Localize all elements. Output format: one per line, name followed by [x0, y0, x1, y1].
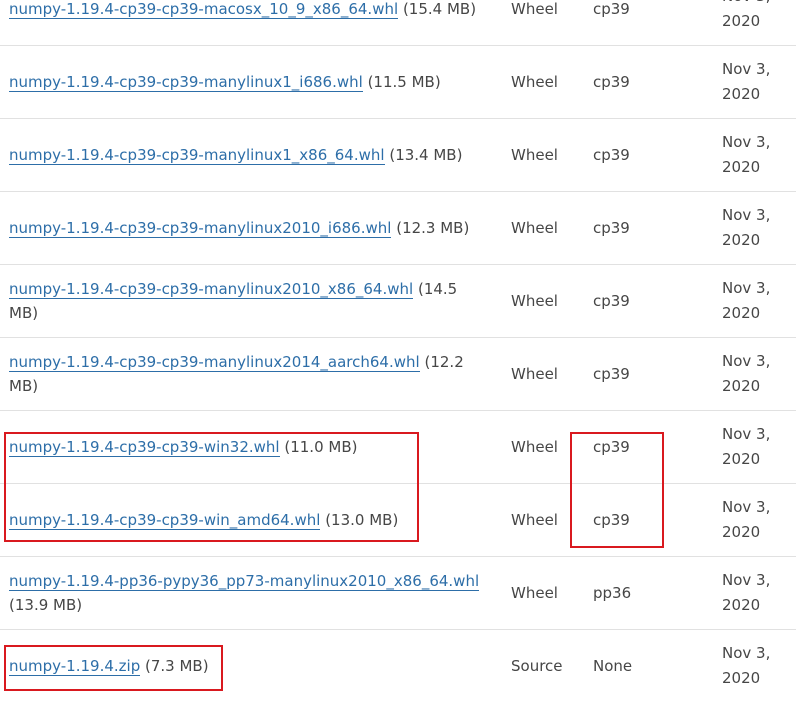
- upload-date-year: 2020: [722, 12, 761, 30]
- file-cell: numpy-1.19.4.zip (7.3 MB): [9, 630, 489, 702]
- python-version: cp39: [593, 0, 630, 18]
- file-size: (11.0 MB): [284, 438, 358, 456]
- file-download-link[interactable]: numpy-1.19.4-cp39-cp39-win32.whl: [9, 438, 280, 457]
- file-type: Wheel: [511, 438, 558, 456]
- file-type: Wheel: [511, 584, 558, 602]
- upload-date-day: Nov 3,: [722, 133, 771, 151]
- file-type: Wheel: [511, 0, 558, 18]
- upload-date-day: Nov 3,: [722, 206, 771, 224]
- table-row: numpy-1.19.4-cp39-cp39-win32.whl (11.0 M…: [0, 411, 796, 484]
- upload-date-year: 2020: [722, 450, 761, 468]
- table-row: numpy-1.19.4.zip (7.3 MB) Source None No…: [0, 630, 796, 703]
- upload-date-year: 2020: [722, 158, 761, 176]
- file-cell: numpy-1.19.4-cp39-cp39-manylinux2014_aar…: [9, 338, 489, 410]
- file-download-link[interactable]: numpy-1.19.4-cp39-cp39-manylinux2010_x86…: [9, 280, 414, 299]
- table-row: numpy-1.19.4-cp39-cp39-manylinux2010_x86…: [0, 265, 796, 338]
- upload-date-day: Nov 3,: [722, 571, 771, 589]
- upload-date: Nov 3, 2020: [722, 119, 792, 191]
- python-version: cp39: [593, 365, 630, 383]
- upload-date: Nov 3, 2020: [722, 192, 792, 264]
- upload-date-day: Nov 3,: [722, 644, 771, 662]
- table-row: numpy-1.19.4-cp39-cp39-win_amd64.whl (13…: [0, 484, 796, 557]
- file-cell: numpy-1.19.4-cp39-cp39-manylinux2010_i68…: [9, 192, 489, 264]
- upload-date-day: Nov 3,: [722, 352, 771, 370]
- upload-date: Nov 3, 2020: [722, 338, 792, 410]
- file-download-link[interactable]: numpy-1.19.4-pp36-pypy36_pp73-manylinux2…: [9, 572, 480, 591]
- file-type: Wheel: [511, 365, 558, 383]
- file-cell: numpy-1.19.4-cp39-cp39-manylinux1_x86_64…: [9, 119, 489, 191]
- table-row: numpy-1.19.4-cp39-cp39-manylinux1_i686.w…: [0, 46, 796, 119]
- file-cell: numpy-1.19.4-cp39-cp39-win_amd64.whl (13…: [9, 484, 489, 556]
- file-cell: numpy-1.19.4-pp36-pypy36_pp73-manylinux2…: [9, 557, 489, 629]
- python-version: None: [593, 657, 633, 675]
- upload-date: Nov 3, 2020: [722, 484, 792, 556]
- upload-date-year: 2020: [722, 596, 761, 614]
- table-row: numpy-1.19.4-cp39-cp39-manylinux1_x86_64…: [0, 119, 796, 192]
- file-download-link[interactable]: numpy-1.19.4-cp39-cp39-manylinux2014_aar…: [9, 353, 420, 372]
- file-size: (15.4 MB): [402, 0, 477, 18]
- file-type: Wheel: [511, 292, 558, 310]
- file-type: Wheel: [511, 146, 558, 164]
- file-cell: numpy-1.19.4-cp39-cp39-manylinux2010_x86…: [9, 265, 489, 337]
- file-type: Wheel: [511, 511, 558, 529]
- upload-date-year: 2020: [722, 669, 761, 687]
- python-version: cp39: [593, 146, 630, 164]
- python-version: pp36: [593, 584, 632, 602]
- upload-date-year: 2020: [722, 377, 761, 395]
- upload-date-year: 2020: [722, 304, 761, 322]
- file-cell: numpy-1.19.4-cp39-cp39-macosx_10_9_x86_6…: [9, 0, 489, 45]
- file-cell: numpy-1.19.4-cp39-cp39-manylinux1_i686.w…: [9, 46, 489, 118]
- upload-date-day: Nov 3,: [722, 425, 771, 443]
- file-download-link[interactable]: numpy-1.19.4-cp39-cp39-manylinux1_x86_64…: [9, 146, 385, 165]
- file-size: (13.9 MB): [9, 596, 83, 614]
- file-size: (13.0 MB): [325, 511, 399, 529]
- upload-date-day: Nov 3,: [722, 0, 770, 9]
- file-cell: numpy-1.19.4-cp39-cp39-win32.whl (11.0 M…: [9, 411, 489, 483]
- python-version: cp39: [593, 73, 630, 91]
- file-type: Wheel: [511, 219, 558, 237]
- file-download-link[interactable]: numpy-1.19.4-cp39-cp39-manylinux2010_i68…: [9, 219, 392, 238]
- python-version: cp39: [593, 292, 630, 310]
- file-download-link[interactable]: numpy-1.19.4-cp39-cp39-win_amd64.whl: [9, 511, 321, 530]
- upload-date: Nov 3, 2020: [722, 46, 792, 118]
- upload-date: Nov 3, 2020: [722, 0, 792, 45]
- upload-date-year: 2020: [722, 231, 761, 249]
- upload-date: Nov 3, 2020: [722, 630, 792, 702]
- upload-date-year: 2020: [722, 85, 761, 103]
- upload-date-day: Nov 3,: [722, 60, 771, 78]
- release-files-table: numpy-1.19.4-cp39-cp39-macosx_10_9_x86_6…: [0, 0, 796, 703]
- file-download-link[interactable]: numpy-1.19.4-cp39-cp39-manylinux1_i686.w…: [9, 73, 363, 92]
- table-row: numpy-1.19.4-cp39-cp39-macosx_10_9_x86_6…: [0, 0, 796, 46]
- upload-date: Nov 3, 2020: [722, 557, 792, 629]
- upload-date: Nov 3, 2020: [722, 411, 792, 483]
- upload-date-year: 2020: [722, 523, 761, 541]
- file-size: (13.4 MB): [389, 146, 463, 164]
- table-row: numpy-1.19.4-pp36-pypy36_pp73-manylinux2…: [0, 557, 796, 630]
- file-size: (7.3 MB): [145, 657, 209, 675]
- python-version: cp39: [593, 438, 630, 456]
- file-type: Wheel: [511, 73, 558, 91]
- file-type: Source: [511, 657, 563, 675]
- file-size: (11.5 MB): [367, 73, 441, 91]
- file-size: (12.3 MB): [396, 219, 470, 237]
- upload-date-day: Nov 3,: [722, 279, 771, 297]
- upload-date: Nov 3, 2020: [722, 265, 792, 337]
- python-version: cp39: [593, 219, 630, 237]
- file-download-link[interactable]: numpy-1.19.4-cp39-cp39-macosx_10_9_x86_6…: [9, 0, 399, 19]
- table-row: numpy-1.19.4-cp39-cp39-manylinux2014_aar…: [0, 338, 796, 411]
- file-download-link[interactable]: numpy-1.19.4.zip: [9, 657, 141, 676]
- python-version: cp39: [593, 511, 630, 529]
- upload-date-day: Nov 3,: [722, 498, 771, 516]
- table-row: numpy-1.19.4-cp39-cp39-manylinux2010_i68…: [0, 192, 796, 265]
